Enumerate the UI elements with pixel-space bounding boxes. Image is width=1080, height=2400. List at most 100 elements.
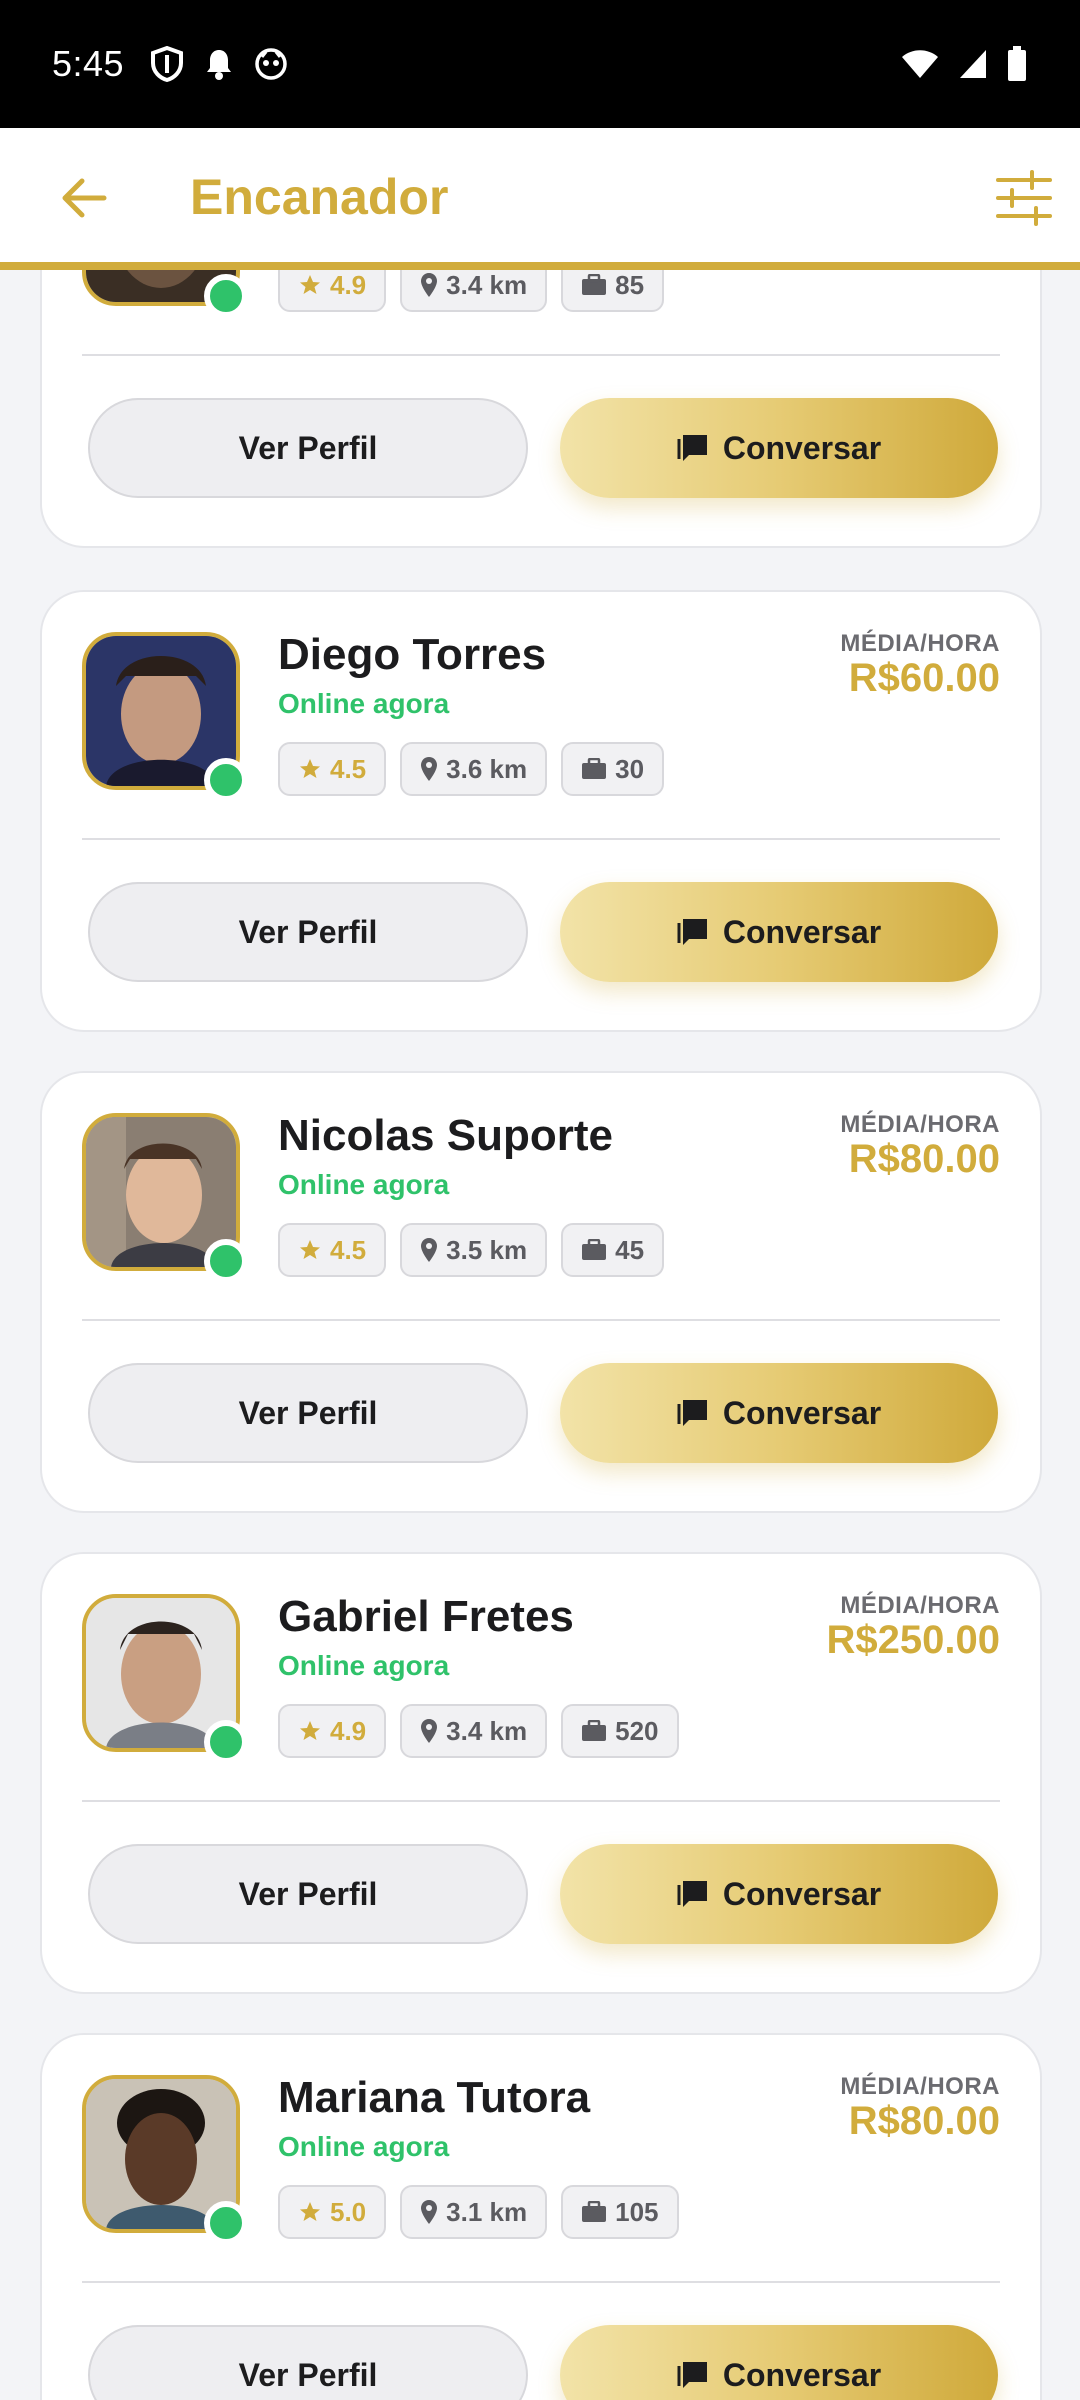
jobs-chip: 85 <box>561 270 665 312</box>
provider-card: Mariana Tutora Online agora MÉDIA/HORA R… <box>40 2033 1042 2400</box>
status-time: 5:45 <box>52 43 125 84</box>
briefcase-icon <box>582 758 607 779</box>
online-status-dot <box>204 2201 248 2245</box>
online-status-dot <box>204 1720 248 1764</box>
avatar-wrap <box>82 1594 248 1764</box>
chat-button[interactable]: Conversar <box>560 398 998 498</box>
chat-button[interactable]: Conversar <box>560 2325 998 2400</box>
star-icon <box>300 275 320 294</box>
location-pin-icon <box>421 273 438 297</box>
briefcase-icon <box>582 274 607 295</box>
briefcase-icon <box>582 1239 607 1260</box>
bell-icon <box>207 50 232 80</box>
view-profile-button[interactable]: Ver Perfil <box>88 882 528 982</box>
rate-value: R$60.00 <box>848 656 1000 700</box>
divider <box>82 838 1000 840</box>
divider <box>82 1319 1000 1321</box>
app-notification-icon <box>255 48 287 80</box>
location-pin-icon <box>421 1719 438 1743</box>
provider-card: Diego Torres Online agora MÉDIA/HORA R$6… <box>40 590 1042 1032</box>
notification-icons <box>150 46 288 82</box>
status-bar: 5:45 <box>0 0 1080 128</box>
rating-chip: 5.0 <box>278 2185 387 2239</box>
star-icon <box>300 759 320 778</box>
rating-chip: 4.9 <box>278 1704 387 1758</box>
chat-button[interactable]: Conversar <box>560 1844 998 1944</box>
distance-chip: 3.6 km <box>400 742 548 796</box>
rate-label: MÉDIA/HORA <box>840 1592 1000 1619</box>
distance-value: 3.5 km <box>446 1234 528 1265</box>
avatar-wrap <box>82 1113 248 1283</box>
distance-chip: 3.1 km <box>400 2185 548 2239</box>
rating-chip: 4.5 <box>278 742 387 796</box>
filter-sliders-icon[interactable] <box>994 168 1054 228</box>
view-profile-button[interactable]: Ver Perfil <box>88 2325 528 2400</box>
star-icon <box>300 1721 320 1740</box>
star-icon <box>300 2202 320 2221</box>
briefcase-icon <box>582 1720 607 1741</box>
chat-button-label: Conversar <box>722 913 882 950</box>
back-arrow-icon[interactable] <box>58 172 110 224</box>
online-status-dot <box>204 1239 248 1283</box>
location-pin-icon <box>421 757 438 781</box>
avatar-wrap <box>82 2075 248 2245</box>
chat-button[interactable]: Conversar <box>560 1363 998 1463</box>
online-status-text: Online agora <box>278 1650 450 1681</box>
distance-chip: 3.4 km <box>400 270 548 312</box>
rate-value: R$80.00 <box>848 1137 1000 1181</box>
view-profile-button[interactable]: Ver Perfil <box>88 398 528 498</box>
rating-chip: 4.9 <box>278 270 387 312</box>
jobs-chip: 520 <box>561 1704 679 1758</box>
jobs-chip: 45 <box>561 1223 665 1277</box>
distance-value: 3.6 km <box>446 753 528 784</box>
view-profile-button[interactable]: Ver Perfil <box>88 1844 528 1944</box>
rate-label: MÉDIA/HORA <box>840 630 1000 657</box>
chat-button-label: Conversar <box>722 429 882 466</box>
stats-chips: 4.5 3.5 km 45 <box>278 1223 665 1277</box>
chat-button-label: Conversar <box>722 2356 882 2393</box>
chat-button-label: Conversar <box>722 1875 882 1912</box>
distance-value: 3.1 km <box>446 2196 528 2227</box>
distance-chip: 3.4 km <box>400 1704 548 1758</box>
chat-button-label: Conversar <box>722 1394 882 1431</box>
stats-chips: 5.0 3.1 km 105 <box>278 2185 679 2239</box>
avatar-wrap <box>82 270 248 318</box>
jobs-value: 85 <box>615 270 645 300</box>
stats-chips: 4.9 3.4 km 85 <box>278 270 665 312</box>
online-status-text: Online agora <box>278 1169 450 1200</box>
location-pin-icon <box>421 2200 438 2224</box>
signal-icon <box>960 50 986 78</box>
app-bar: Encanador <box>0 128 1080 270</box>
location-pin-icon <box>421 1238 438 1262</box>
jobs-chip: 105 <box>561 2185 679 2239</box>
stats-chips: 4.9 3.4 km 520 <box>278 1704 679 1758</box>
jobs-value: 30 <box>615 753 645 784</box>
rate-label: MÉDIA/HORA <box>840 1111 1000 1138</box>
divider <box>82 354 1000 356</box>
chat-icon <box>677 1400 707 1426</box>
divider <box>82 2281 1000 2283</box>
briefcase-icon <box>582 2201 607 2222</box>
chat-icon <box>677 919 707 945</box>
distance-value: 3.4 km <box>446 1715 528 1746</box>
provider-list[interactable]: 4.9 3.4 km 85 Ver Perfil Conversar Diego <box>0 270 1080 2400</box>
battery-icon <box>1008 46 1026 81</box>
provider-name: Gabriel Fretes <box>278 1592 574 1641</box>
provider-name: Diego Torres <box>278 630 547 679</box>
system-icons <box>900 46 1028 82</box>
stats-chips: 4.5 3.6 km 30 <box>278 742 665 796</box>
divider <box>82 1800 1000 1802</box>
rating-value: 4.9 <box>330 270 367 300</box>
jobs-value: 45 <box>615 1234 645 1265</box>
wifi-icon <box>902 50 938 78</box>
chat-icon <box>677 2362 707 2388</box>
rate-label: MÉDIA/HORA <box>840 2073 1000 2100</box>
rate-value: R$80.00 <box>848 2099 1000 2143</box>
chat-button[interactable]: Conversar <box>560 882 998 982</box>
view-profile-button[interactable]: Ver Perfil <box>88 1363 528 1463</box>
avatar-wrap <box>82 632 248 802</box>
provider-card: Gabriel Fretes Online agora MÉDIA/HORA R… <box>40 1552 1042 1994</box>
provider-card: Nicolas Suporte Online agora MÉDIA/HORA … <box>40 1071 1042 1513</box>
online-status-text: Online agora <box>278 688 450 719</box>
jobs-chip: 30 <box>561 742 665 796</box>
